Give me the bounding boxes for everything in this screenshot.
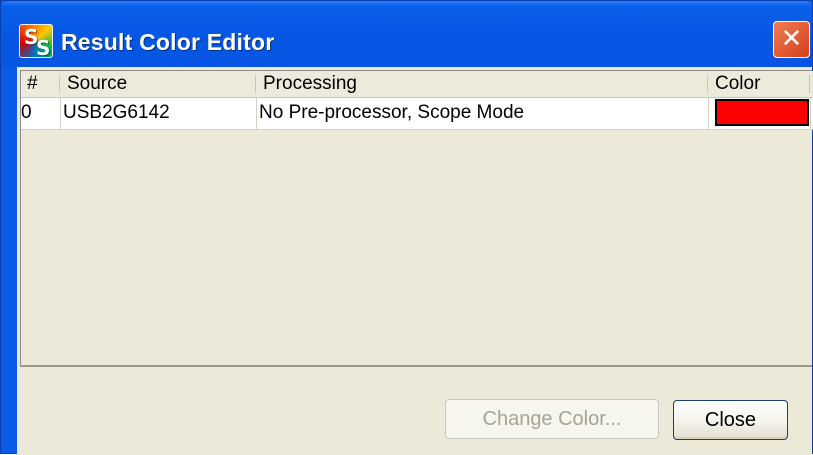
window-title: Result Color Editor — [61, 29, 275, 55]
cell-color[interactable] — [709, 98, 811, 129]
cell-processing: No Pre-processor, Scope Mode — [257, 98, 709, 129]
table-row[interactable]: 0 USB2G6142 No Pre-processor, Scope Mode — [21, 98, 813, 130]
result-color-editor-window: S S Result Color Editor ✕ # Source Proce… — [0, 0, 813, 455]
color-swatch[interactable] — [715, 99, 809, 126]
divider — [20, 365, 812, 367]
change-color-button[interactable]: Change Color... — [445, 399, 659, 439]
results-table: # Source Processing Color 0 USB2G6142 No… — [20, 70, 813, 366]
title-bar[interactable]: S S Result Color Editor ✕ — [1, 1, 812, 67]
app-logo-letter-2: S — [36, 36, 51, 60]
column-header-processing[interactable]: Processing — [257, 71, 709, 97]
cell-source: USB2G6142 — [61, 98, 257, 129]
table-header: # Source Processing Color — [21, 71, 813, 98]
column-header-source[interactable]: Source — [61, 71, 257, 97]
column-header-color[interactable]: Color — [709, 71, 811, 97]
cell-number: 0 — [21, 98, 61, 129]
app-logo-icon: S S — [19, 24, 53, 58]
close-icon: ✕ — [780, 24, 803, 54]
dialog-body: # Source Processing Color 0 USB2G6142 No… — [17, 67, 813, 455]
close-button[interactable]: Close — [673, 400, 788, 440]
column-header-number[interactable]: # — [21, 71, 61, 97]
close-window-button[interactable]: ✕ — [773, 21, 810, 58]
